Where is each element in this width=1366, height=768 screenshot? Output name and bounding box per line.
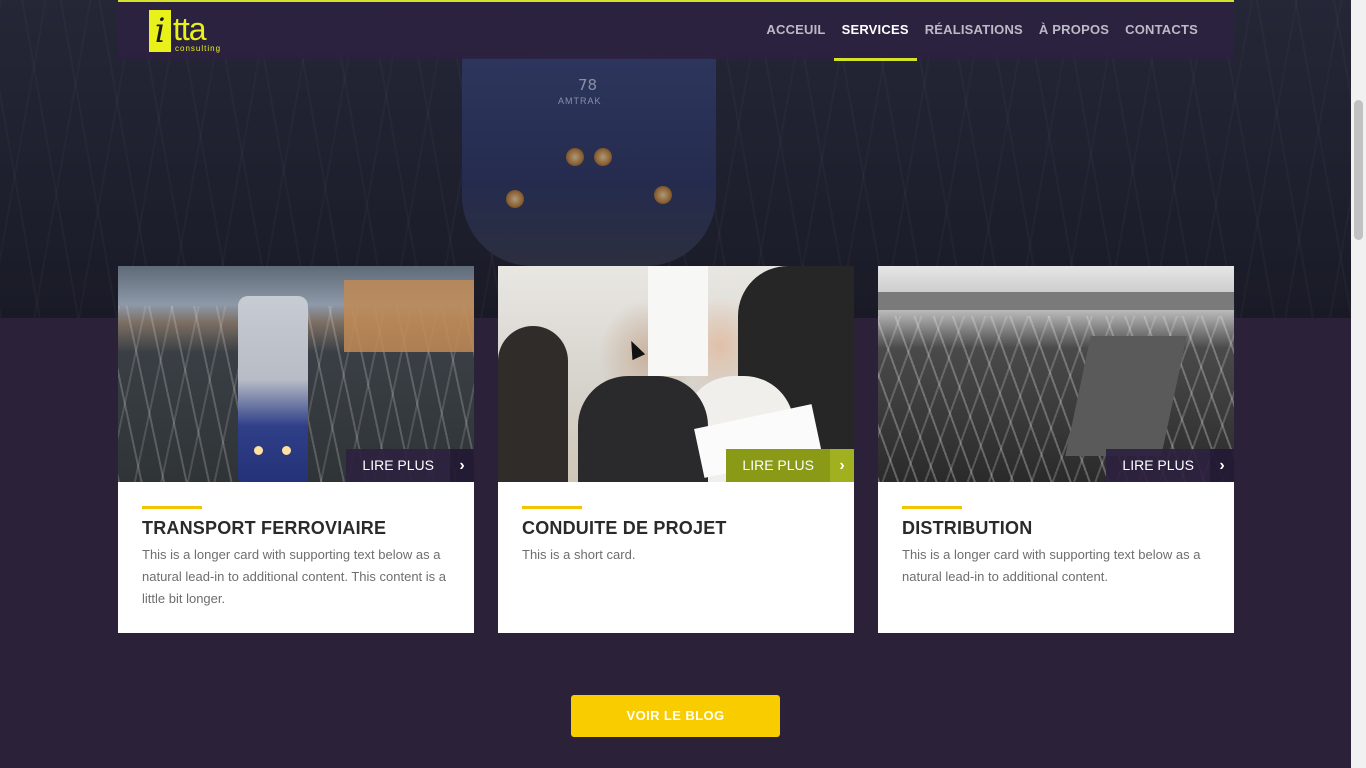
logo-word: tta <box>173 11 207 47</box>
read-more-button[interactable]: LIRE PLUS › <box>1106 449 1234 482</box>
card-image-meeting: LIRE PLUS › <box>498 266 854 482</box>
nav-item-contacts[interactable]: CONTACTS <box>1117 2 1206 59</box>
card-image-person <box>578 376 708 482</box>
nav-item-realisations[interactable]: RÉALISATIONS <box>917 2 1031 59</box>
card-accent-bar <box>142 506 202 509</box>
card-image-skyline <box>878 292 1234 310</box>
card-text: This is a longer card with supporting te… <box>902 547 1201 584</box>
chevron-right-icon: › <box>1210 449 1234 482</box>
nav-item-services[interactable]: SERVICES <box>833 2 917 61</box>
read-more-label: LIRE PLUS <box>1106 449 1210 482</box>
headlight <box>254 446 263 455</box>
card-text: This is a longer card with supporting te… <box>142 547 447 606</box>
read-more-label: LIRE PLUS <box>726 449 830 482</box>
view-blog-button[interactable]: VOIR LE BLOG <box>571 695 780 737</box>
card-image-locomotive <box>238 296 308 482</box>
chevron-right-icon: › <box>830 449 854 482</box>
header-navbar: i tta consulting ACCEUIL SERVICES RÉALIS… <box>118 0 1234 61</box>
read-more-button[interactable]: LIRE PLUS › <box>346 449 474 482</box>
card-accent-bar <box>902 506 962 509</box>
service-card-projet: LIRE PLUS › CONDUITE DE PROJET This is a… <box>498 266 854 633</box>
card-image-railyard: LIRE PLUS › <box>878 266 1234 482</box>
card-title: CONDUITE DE PROJET <box>522 518 727 538</box>
read-more-button[interactable]: LIRE PLUS › <box>726 449 854 482</box>
card-title: TRANSPORT FERROVIAIRE <box>142 518 387 538</box>
card-image-person <box>498 326 568 482</box>
card-image-window <box>648 266 708 376</box>
card-text: This is a short card. <box>522 547 636 562</box>
card-title: DISTRIBUTION <box>902 518 1033 538</box>
nav-item-acceuil[interactable]: ACCEUIL <box>758 2 833 59</box>
service-card-distribution: LIRE PLUS › DISTRIBUTION This is a longe… <box>878 266 1234 633</box>
chevron-right-icon: › <box>450 449 474 482</box>
site-logo[interactable]: i tta consulting <box>149 10 220 56</box>
card-image-building <box>344 280 474 352</box>
main-nav: ACCEUIL SERVICES RÉALISATIONS À PROPOS C… <box>758 2 1206 61</box>
nav-item-a-propos[interactable]: À PROPOS <box>1031 2 1117 59</box>
card-accent-bar <box>522 506 582 509</box>
service-card-transport: LIRE PLUS › TRANSPORT FERROVIAIRE This i… <box>118 266 474 633</box>
scrollbar-thumb[interactable] <box>1354 100 1363 240</box>
logo-mark: i <box>149 10 171 52</box>
read-more-label: LIRE PLUS <box>346 449 450 482</box>
card-image-train: LIRE PLUS › <box>118 266 474 482</box>
logo-tagline: consulting <box>175 44 222 53</box>
headlight <box>282 446 291 455</box>
page-scrollbar[interactable] <box>1351 0 1366 768</box>
